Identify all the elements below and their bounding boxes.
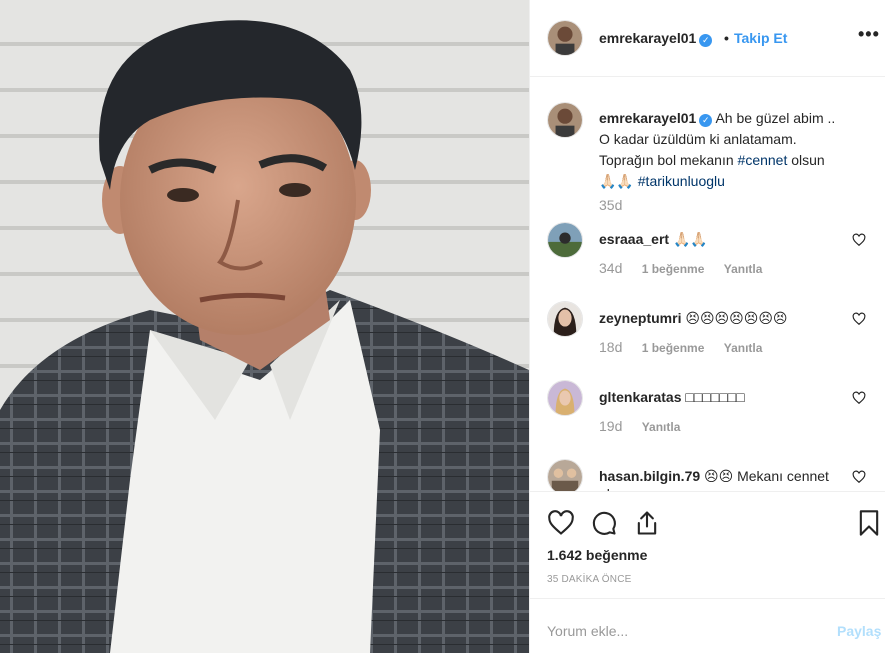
comment-time[interactable]: 18d [599,339,622,355]
comment-item: esraaa_ert 🙏🏻🙏🏻 34d 1 beğenme Yanıtla [530,222,885,300]
hashtag-cennet[interactable]: #cennet [738,152,788,168]
reply-button[interactable]: Yanıtla [642,420,681,434]
comment-item: zeyneptumri 😣😣😣😣😣😣😣 18d 1 beğenme Yanıtl… [530,301,885,379]
comment-icon[interactable] [590,509,618,537]
action-bar [530,493,885,553]
post-panel: emrekarayel01 ✓ • Takip Et ••• emrekaraye… [529,0,885,653]
comment-text: □□□□□□□ [685,389,745,405]
comment-likes[interactable]: 1 beğenme [642,262,705,276]
commenter-avatar[interactable] [547,222,583,258]
heart-icon[interactable] [852,391,866,405]
likes-count[interactable]: 1.642 beğenme [547,547,647,563]
follow-button[interactable]: Takip Et [734,30,787,46]
hashtag-tarikunluoglu[interactable]: #tarikunluoglu [638,173,725,189]
comment-username[interactable]: hasan.bilgin.79 [599,468,700,484]
comment-item: gltenkaratas □□□□□□□ 19d Yanıtla [530,380,885,458]
portrait-illustration [0,0,529,653]
heart-icon[interactable] [547,509,575,537]
more-options-icon[interactable]: ••• [858,24,880,45]
post-header: emrekarayel01 ✓ • Takip Et ••• [530,0,885,77]
post-caption: emrekarayel01 ✓ Ah be güzel abim .. O kad… [599,108,869,192]
author-username[interactable]: emrekarayel01 ✓ [599,30,713,47]
caption-emoji: 🙏🏻🙏🏻 [599,173,634,189]
verified-badge-icon: ✓ [699,34,713,47]
bookmark-icon[interactable] [855,509,883,537]
comments-list[interactable]: emrekarayel01 ✓ Ah be güzel abim .. O kad… [530,78,885,492]
comment-username[interactable]: zeyneptumri [599,310,681,326]
comment-username[interactable]: esraaa_ert [599,231,669,247]
heart-icon[interactable] [852,312,866,326]
comment-time[interactable]: 19d [599,418,622,434]
commenter-avatar[interactable] [547,301,583,337]
reply-button[interactable]: Yanıtla [724,341,763,355]
comment-text: 🙏🏻🙏🏻 [672,231,708,247]
comment-likes[interactable]: 1 beğenme [642,341,705,355]
heart-icon[interactable] [852,233,866,247]
add-comment-bar: Yorum ekle... Paylaş [530,598,885,653]
comment-text: 😣😣😣😣😣😣😣 [685,310,788,326]
post-comment-button[interactable]: Paylaş [837,623,881,639]
caption-avatar[interactable] [547,102,583,138]
caption-line-2: O kadar üzüldüm ki anlatamam. [599,131,797,147]
comment-time[interactable]: 34d [599,260,622,276]
post-photo[interactable] [0,0,529,653]
commenter-avatar[interactable] [547,459,583,491]
comment-item: hasan.bilgin.79 😣😣 Mekanı cennet olsun [530,459,885,491]
separator-dot: • [724,30,729,46]
verified-badge-icon: ✓ [699,114,713,127]
heart-icon[interactable] [852,470,866,484]
comment-username[interactable]: gltenkaratas [599,389,681,405]
post-time-ago[interactable]: 35 DAKİKA ÖNCE [547,574,632,585]
caption-username[interactable]: emrekarayel01 [599,110,696,126]
caption-line-3-end: olsun [787,152,825,168]
comment-input[interactable]: Yorum ekle... [547,623,628,639]
caption-line-3: Toprağın bol mekanın [599,152,738,168]
reply-button[interactable]: Yanıtla [724,262,763,276]
author-avatar[interactable] [547,20,583,56]
caption-line-1: Ah be güzel abim .. [715,110,836,126]
commenter-avatar[interactable] [547,380,583,416]
caption-timestamp[interactable]: 35d [599,197,622,213]
share-icon[interactable] [633,509,661,537]
